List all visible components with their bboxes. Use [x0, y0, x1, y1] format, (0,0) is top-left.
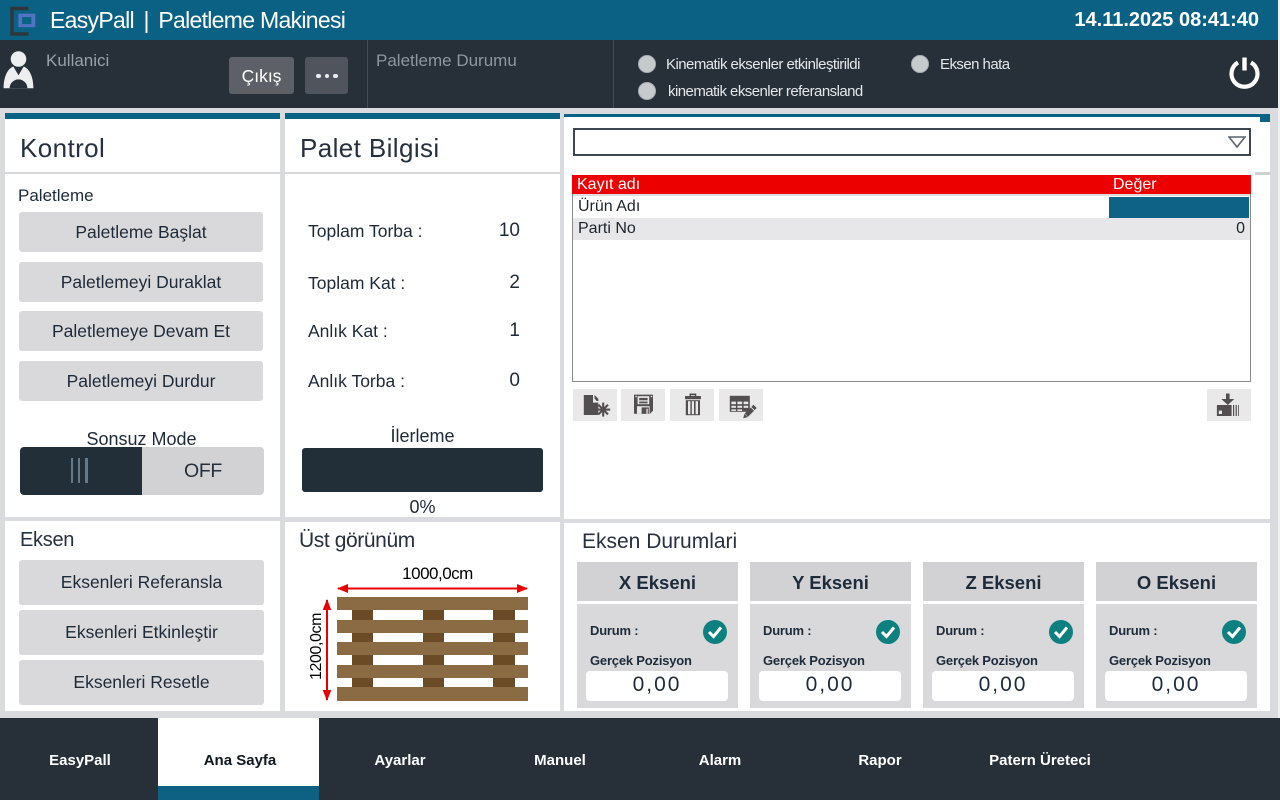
svg-text:1200,0cm: 1200,0cm — [308, 613, 325, 680]
